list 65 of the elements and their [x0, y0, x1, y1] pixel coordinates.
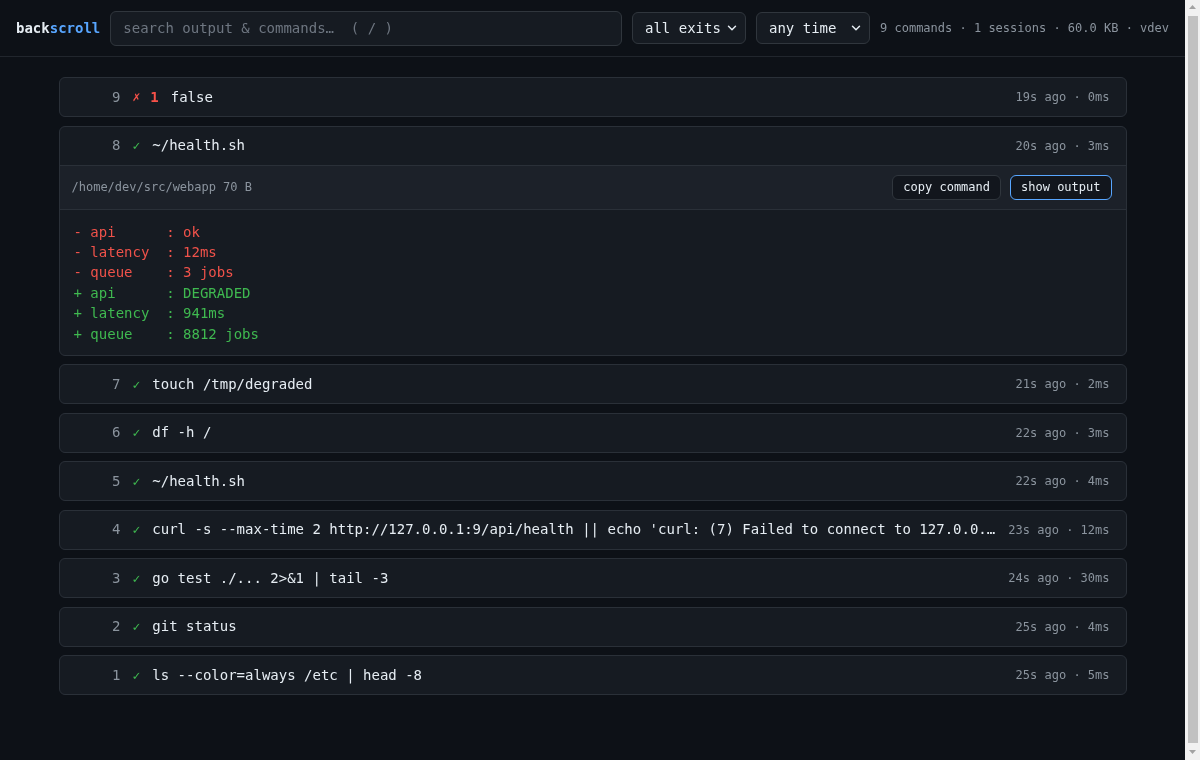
command-text: go test ./... 2>&1 | tail -3 [152, 568, 390, 589]
output-line: + queue : 8812 jobs [73, 324, 260, 344]
output-line: + api : DEGRADED [73, 283, 252, 303]
filter-select[interactable]: any time [756, 12, 870, 44]
scroll-down-icon[interactable] [1189, 750, 1196, 754]
command-text: touch /tmp/degraded [152, 374, 314, 394]
command-number: 1 [111, 665, 121, 685]
command-card[interactable]: 9 ✗ 1 false 19s ago · 0ms [58, 77, 1127, 117]
command-card[interactable]: 8 ✓ ~/health.sh 20s ago · 3ms /home/dev/src/webapp 70 B copy command show output - api : ok - latency : 12ms - queue : 3 jobs + api : DEGRADED + latency : 941ms + queue : 8812 jobs [58, 125, 1127, 356]
command-number: 6 [111, 423, 121, 443]
detail-action-button[interactable]: show output [1010, 174, 1112, 200]
output-line: - latency : 12ms [73, 242, 218, 262]
status-mark: ✓ [132, 618, 141, 637]
detail-action-button[interactable]: copy command [892, 174, 1001, 200]
command-time: 22s ago · 3ms [1015, 424, 1110, 442]
command-text: ls --color=always /etc | head -8 [152, 665, 424, 686]
status-mark: ✗ [132, 88, 141, 107]
command-time: 20s ago · 3ms [1015, 137, 1110, 155]
exit-code: 1 [150, 87, 159, 107]
status-mark: ✓ [132, 472, 141, 491]
command-number: 2 [111, 617, 121, 637]
output-size: 70 B [223, 179, 252, 196]
command-time: 22s ago · 4ms [1015, 473, 1110, 491]
status-mark: ✓ [132, 521, 141, 540]
scrollbar-thumb[interactable] [1187, 16, 1198, 743]
command-time: 25s ago · 5ms [1015, 667, 1110, 685]
command-card[interactable]: 4 ✓ curl -s --max-time 2 http://127.0.0.1:9/api/health || echo 'curl: (7) Failed to connect to 127.0.0.… 23s ago · 12ms [58, 509, 1127, 550]
app-logo: backscroll [16, 18, 101, 38]
output-line: - api : ok [73, 222, 201, 242]
command-card[interactable]: 3 ✓ go test ./... 2>&1 | tail -3 24s ago · 30ms [58, 558, 1127, 599]
command-card[interactable]: 2 ✓ git status 25s ago · 4ms [58, 606, 1127, 647]
filter-select[interactable]: all exits [632, 12, 746, 44]
status-mark: ✓ [132, 569, 141, 588]
command-number: 4 [111, 520, 121, 540]
command-card[interactable]: 5 ✓ ~/health.sh 22s ago · 4ms [58, 461, 1127, 502]
status-mark: ✓ [132, 424, 141, 443]
command-card[interactable]: 6 ✓ df -h / 22s ago · 3ms [58, 412, 1127, 453]
command-text: ~/health.sh [152, 471, 247, 491]
command-text: git status [152, 617, 238, 637]
status-mark: ✓ [132, 375, 141, 394]
command-text: ~/health.sh [152, 136, 247, 155]
command-card[interactable]: 1 ✓ ls --color=always /etc | head -8 25s ago · 5ms [58, 655, 1127, 696]
command-time: 24s ago · 30ms [1008, 570, 1110, 588]
command-number: 7 [111, 374, 121, 394]
scroll-up-icon[interactable] [1189, 5, 1196, 9]
command-time: 19s ago · 0ms [1015, 89, 1110, 106]
command-time: 25s ago · 4ms [1015, 618, 1110, 636]
session-stats: 9 commands · 1 sessions · 60.0 KB · vdev [880, 20, 1169, 37]
command-time: 23s ago · 12ms [1008, 521, 1110, 539]
status-mark: ✓ [132, 136, 141, 155]
command-number: 3 [111, 568, 121, 588]
command-card[interactable]: 7 ✓ touch /tmp/degraded 21s ago · 2ms [58, 364, 1127, 405]
command-text: df -h / [152, 423, 213, 443]
scrollbar[interactable] [1185, 0, 1200, 760]
command-text: curl -s --max-time 2 http://127.0.0.1:9/api/health || echo 'curl: (7) Failed to connect to 127.0.0.… [152, 520, 997, 540]
command-number: 8 [111, 136, 121, 155]
search-field[interactable]: search output & commands… ( / ) [110, 10, 622, 46]
command-number: 5 [111, 471, 121, 491]
working-directory: /home/dev/src/webapp [71, 179, 216, 196]
output-line: - queue : 3 jobs [73, 263, 235, 283]
command-time: 21s ago · 2ms [1015, 376, 1110, 394]
command-text: false [170, 87, 214, 107]
command-number: 9 [111, 87, 121, 107]
status-mark: ✓ [132, 666, 141, 685]
output-line: + latency : 941ms [73, 304, 227, 324]
